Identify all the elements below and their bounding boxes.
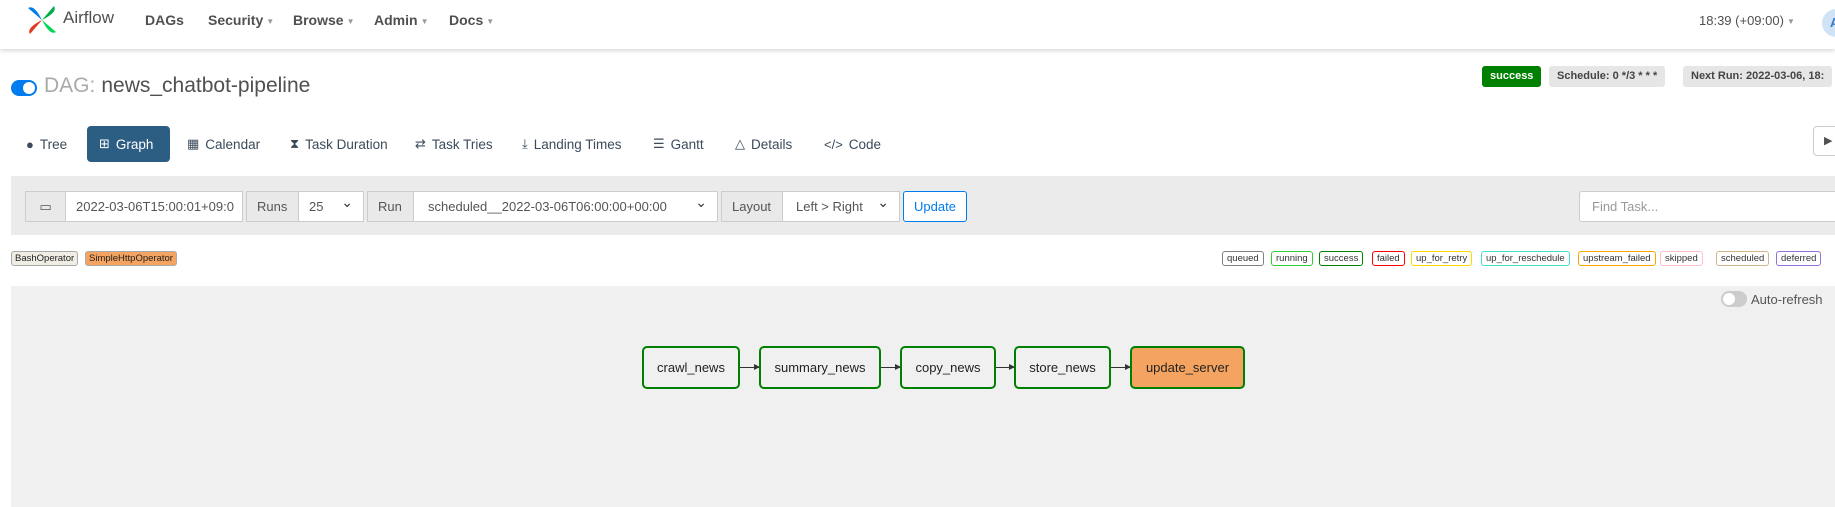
dag-pause-toggle[interactable] (11, 80, 37, 96)
base-date-input[interactable]: 2022-03-06T15:00:01+09:0 (65, 191, 243, 222)
schedule-badge: Schedule: 0 */3 * * * (1549, 66, 1666, 87)
airflow-logo-icon (28, 6, 56, 34)
legend-state[interactable]: up_for_reschedule (1481, 251, 1570, 266)
caret-down-icon: ▼ (486, 16, 495, 26)
legend-state[interactable]: upstream_failed (1578, 251, 1656, 266)
tab-calendar[interactable]: ▦ Calendar (187, 126, 260, 162)
legend-operator[interactable]: BashOperator (11, 251, 79, 266)
tab-task-duration[interactable]: ⧗ Task Duration (290, 126, 388, 162)
nav-security-label: Security (208, 12, 264, 28)
layout-select[interactable]: Left > Right (782, 191, 900, 222)
tab-landing-times-label: Landing Times (533, 136, 622, 152)
task-node-summary-news[interactable]: summary_news (759, 346, 881, 389)
nav-dags[interactable]: DAGs (145, 12, 184, 28)
task-node-crawl-news[interactable]: crawl_news (642, 346, 740, 389)
tab-calendar-label: Calendar (205, 136, 261, 152)
legend-state[interactable]: scheduled (1716, 251, 1770, 266)
auto-refresh-toggle[interactable]: Auto-refresh (1721, 291, 1823, 307)
clock-value: 18:39 (+09:00) (1699, 13, 1784, 28)
airflow-brand[interactable]: Airflow (24, 2, 114, 38)
tab-tree-label: Tree (39, 136, 68, 152)
tab-task-duration-label: Task Duration (305, 136, 388, 152)
tab-graph[interactable]: ⊞ Graph (87, 126, 170, 162)
caret-down-icon: ▼ (420, 16, 429, 26)
plane-landing-icon: ⤓ (522, 136, 528, 151)
edge (740, 364, 760, 370)
caret-down-icon: ▼ (1786, 17, 1795, 27)
legend-state[interactable]: skipped (1660, 251, 1703, 266)
calendar-icon: ▦ (187, 136, 200, 151)
task-node-store-news[interactable]: store_news (1014, 346, 1111, 389)
warning-triangle-icon: △ (735, 136, 745, 151)
runs-select[interactable]: 25 (298, 191, 364, 222)
dag-title-prefix: DAG: (44, 74, 96, 97)
retry-icon: ⇄ (415, 136, 426, 151)
code-icon: </> (824, 136, 843, 152)
tab-task-tries-label: Task Tries (431, 136, 493, 152)
runs-label: Runs (246, 191, 299, 222)
tab-tree[interactable]: ● Tree (26, 126, 67, 162)
navbar: Airflow DAGs Security ▼ Browse ▼ Admin ▼ Do… (0, 0, 1835, 49)
run-select[interactable]: scheduled__2022-03-06T06:00:00+00:00 (413, 191, 718, 222)
nav-admin[interactable]: Admin ▼ (374, 12, 428, 28)
edge (1111, 364, 1131, 370)
brand-name: Airflow (63, 8, 115, 27)
auto-refresh-switch[interactable] (1721, 291, 1747, 307)
edge (996, 364, 1015, 370)
dag-name: news_chatbot-pipeline (101, 74, 311, 97)
find-task-input[interactable]: Find Task... (1579, 191, 1835, 222)
tab-landing-times[interactable]: ⤓ Landing Times (522, 126, 622, 162)
tab-details[interactable]: △ Details (735, 126, 792, 162)
page-title: DAG: news_chatbot-pipeline (44, 74, 310, 98)
nav-browse[interactable]: Browse ▼ (293, 12, 355, 28)
tab-graph-label: Graph (115, 136, 154, 152)
update-button[interactable]: Update (903, 191, 967, 222)
legend-state[interactable]: deferred (1776, 251, 1822, 266)
trigger-dag-button[interactable]: ▶ (1813, 126, 1835, 156)
play-icon: ▶ (1824, 135, 1833, 147)
run-label: Run (367, 191, 414, 222)
legend-state[interactable]: running (1271, 251, 1313, 266)
caret-down-icon: ▼ (346, 16, 355, 26)
nav-browse-label: Browse (293, 12, 344, 28)
caret-down-icon: ▼ (266, 16, 275, 26)
edge (881, 364, 901, 370)
tree-icon: ● (26, 136, 34, 152)
legend-state[interactable]: failed (1372, 251, 1405, 266)
hourglass-icon: ⧗ (290, 136, 300, 151)
gantt-icon: ☰ (653, 136, 665, 151)
legend-state[interactable]: success (1319, 251, 1364, 266)
legend-state[interactable]: up_for_retry (1411, 251, 1473, 266)
tab-gantt[interactable]: ☰ Gantt (653, 126, 704, 162)
graph-icon: ⊞ (99, 136, 110, 151)
legend-state[interactable]: queued (1222, 251, 1264, 266)
nav-admin-label: Admin (374, 12, 418, 28)
graph-canvas[interactable] (11, 286, 1835, 507)
tab-gantt-label: Gantt (670, 136, 704, 152)
calendar-addon[interactable]: ▭ (25, 191, 66, 222)
layout-label: Layout (721, 191, 783, 222)
auto-refresh-label: Auto-refresh (1751, 291, 1823, 307)
timezone-clock[interactable]: 18:39 (+09:00) ▼ (1699, 13, 1795, 28)
nav-security[interactable]: Security ▼ (208, 12, 274, 28)
calendar-icon: ▭ (39, 199, 52, 214)
legend-operator[interactable]: SimpleHttpOperator (85, 251, 177, 266)
tab-task-tries[interactable]: ⇄ Task Tries (415, 126, 493, 162)
user-avatar[interactable]: A (1822, 9, 1835, 37)
tab-code[interactable]: </> Code (824, 126, 881, 162)
next-run-badge: Next Run: 2022-03-06, 18: (1683, 66, 1833, 87)
tab-details-label: Details (751, 136, 793, 152)
tab-code-label: Code (848, 136, 882, 152)
nav-docs-label: Docs (449, 12, 484, 28)
dag-status-badge: success (1482, 66, 1542, 87)
task-node-update-server[interactable]: update_server (1130, 346, 1245, 389)
task-node-copy-news[interactable]: copy_news (900, 346, 996, 389)
nav-docs[interactable]: Docs ▼ (449, 12, 494, 28)
